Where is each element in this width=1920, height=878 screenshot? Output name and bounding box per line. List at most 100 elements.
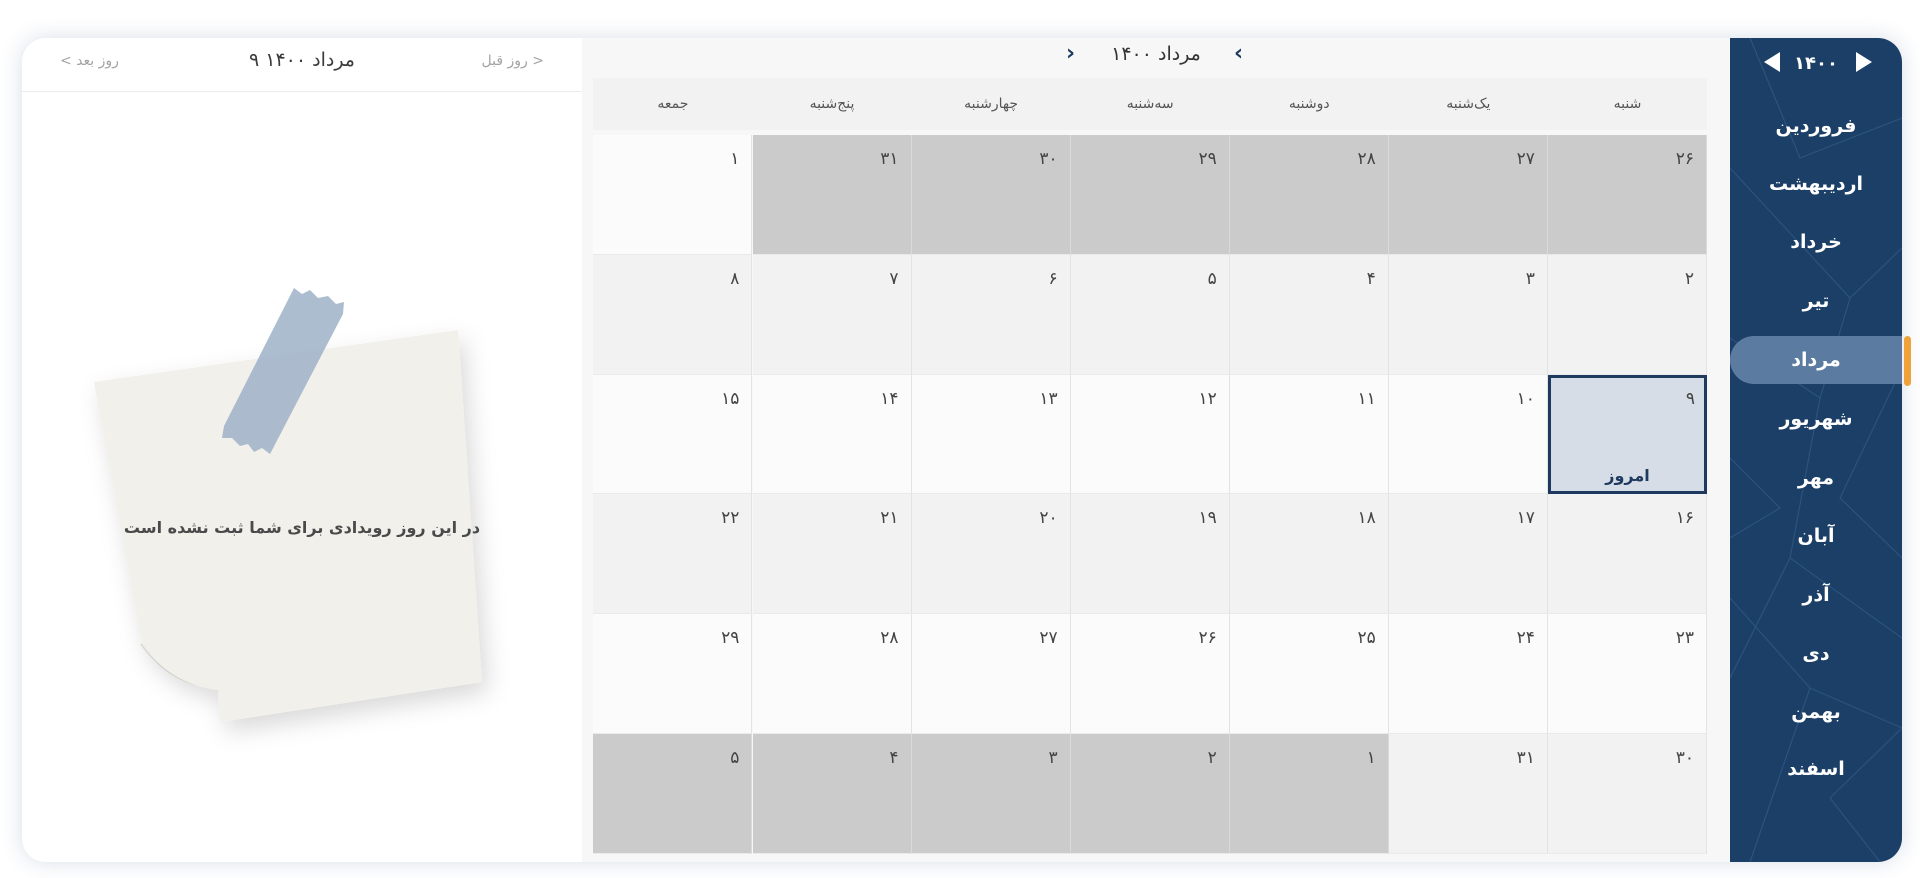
day-number: ۲۴ — [1516, 628, 1535, 649]
day-cell[interactable]: ۷ — [752, 254, 912, 375]
day-header: < روز بعد ۹ مرداد ۱۴۰۰ روز قبل > — [22, 38, 582, 92]
day-number: ۲۱ — [880, 508, 899, 529]
day-number: ۷ — [889, 268, 899, 289]
today-label: امروز — [1605, 466, 1650, 486]
day-number: ۲۶ — [1675, 149, 1694, 169]
month-item[interactable]: شهریور — [1730, 395, 1902, 443]
day-number: ۱۷ — [1516, 508, 1535, 529]
day-cell[interactable]: ۳ — [1388, 254, 1548, 375]
previous-day-button[interactable]: روز قبل > — [482, 53, 544, 69]
day-number: ۱ — [1366, 748, 1376, 768]
calendar-app: < روز بعد ۹ مرداد ۱۴۰۰ روز قبل > در این … — [22, 38, 1902, 862]
day-cell[interactable]: ۲۷ — [1388, 135, 1548, 255]
day-cell[interactable]: ۲۱ — [752, 494, 912, 615]
day-cell[interactable]: ۴ — [1229, 254, 1389, 375]
day-number: ۲۷ — [1516, 149, 1535, 169]
day-number: ۶ — [1048, 268, 1058, 289]
day-number: ۳ — [1525, 268, 1535, 289]
day-cell[interactable]: ۵ — [1070, 254, 1230, 375]
day-cell[interactable]: ۱۳ — [911, 374, 1071, 495]
day-number: ۴ — [889, 748, 899, 768]
active-month-indicator — [1904, 336, 1911, 386]
month-calendar: › مرداد ۱۴۰۰ ‹ شنبه یک‌شنبه دوشنبه سه‌شن… — [582, 38, 1730, 862]
day-cell[interactable]: ۲۸ — [1229, 135, 1389, 255]
day-number: ۲۵ — [1357, 628, 1376, 649]
day-number: ۱۱ — [1357, 388, 1376, 409]
day-cell[interactable]: ۲ — [1548, 254, 1707, 375]
month-item[interactable]: آذر — [1730, 571, 1902, 619]
day-cell[interactable]: ۱۸ — [1229, 494, 1389, 615]
weekday-header-row: شنبه یک‌شنبه دوشنبه سه‌شنبه چهارشنبه پنج… — [593, 78, 1707, 130]
day-number: ۵ — [730, 748, 740, 768]
day-number: ۲۸ — [880, 628, 899, 649]
triangle-right-icon[interactable] — [1854, 50, 1874, 74]
day-cell[interactable]: ۳ — [911, 734, 1071, 854]
year-selector: ۱۴۰۰ — [1730, 38, 1902, 88]
day-cell[interactable]: ۲۵ — [1229, 614, 1389, 734]
day-number: ۲۲ — [721, 508, 740, 529]
month-item[interactable]: آبان — [1730, 512, 1902, 560]
day-cell[interactable]: ۲۲ — [593, 494, 753, 615]
day-cell[interactable]: ۳۱ — [752, 135, 912, 255]
weekday-label: شنبه — [1613, 96, 1642, 112]
month-item[interactable]: دی — [1730, 630, 1902, 678]
month-item[interactable]: تیر — [1730, 277, 1902, 325]
day-cell[interactable]: ۱۰ — [1388, 374, 1548, 495]
weekday-label: یک‌شنبه — [1446, 96, 1491, 112]
day-number: ۸ — [730, 268, 740, 289]
day-number: ۱۸ — [1357, 508, 1376, 529]
day-cell[interactable]: ۳۰ — [911, 135, 1071, 255]
no-events-message: در این روز رویدادی برای شما ثبت نشده است — [123, 518, 481, 537]
day-cell[interactable]: ۱۴ — [752, 374, 912, 495]
weekday-label: سه‌شنبه — [1126, 96, 1174, 112]
day-cell[interactable]: ۶ — [911, 254, 1071, 375]
chevron-left-icon[interactable]: ‹ — [1234, 41, 1243, 66]
day-cell[interactable]: ۲۴ — [1388, 614, 1548, 734]
day-number: ۱۲ — [1198, 388, 1217, 409]
day-cell[interactable]: ۲۹ — [1070, 135, 1230, 255]
day-number: ۲ — [1684, 268, 1694, 289]
month-item[interactable]: فروردین — [1730, 102, 1902, 150]
day-cell[interactable]: ۲۹ — [593, 614, 753, 734]
day-cell[interactable]: ۳۱ — [1388, 734, 1548, 854]
day-grid: ۲۶ ۲۷ ۲۸ ۲۹ ۳۰ ۳۱ ۱ ۲ ۳ ۴ ۵ ۶ ۷ ۸ ۹ امروز ۱۰ ۱۱ ۱۲ ۱۳ ۱۴ ۱۵ ۱۶… — [593, 135, 1707, 854]
day-cell[interactable]: ۱۷ — [1388, 494, 1548, 615]
day-cell[interactable]: ۲۳ — [1548, 614, 1707, 734]
day-number: ۹ — [1685, 388, 1695, 409]
day-number: ۳۱ — [880, 149, 899, 169]
day-cell[interactable]: ۲۰ — [911, 494, 1071, 615]
month-item[interactable]: خرداد — [1730, 218, 1902, 266]
day-number: ۴ — [1366, 268, 1376, 289]
day-number: ۲ — [1207, 748, 1217, 768]
day-cell[interactable]: ۱۵ — [593, 374, 753, 495]
day-cell[interactable]: ۱۱ — [1229, 374, 1389, 495]
month-item[interactable]: اسفند — [1730, 745, 1902, 793]
day-number: ۱۰ — [1516, 388, 1535, 409]
day-cell[interactable]: ۱۶ — [1548, 494, 1707, 615]
day-cell[interactable]: ۸ — [593, 254, 753, 375]
day-cell[interactable]: ۲۷ — [911, 614, 1071, 734]
day-cell-today[interactable]: ۹ امروز — [1548, 374, 1707, 495]
day-number: ۲۷ — [1039, 628, 1058, 649]
day-cell[interactable]: ۱۲ — [1070, 374, 1230, 495]
day-cell[interactable]: ۱ — [1229, 734, 1389, 854]
day-number: ۲۹ — [721, 628, 740, 649]
day-number: ۵ — [1207, 268, 1217, 289]
month-item[interactable]: اردیبهشت — [1730, 160, 1902, 208]
month-item[interactable]: بهمن — [1730, 688, 1902, 736]
day-cell[interactable]: ۱ — [593, 135, 753, 255]
month-item[interactable]: مهر — [1730, 454, 1902, 502]
day-cell[interactable]: ۲ — [1070, 734, 1230, 854]
day-number: ۲۸ — [1357, 149, 1376, 169]
month-sidebar: ۱۴۰۰ فروردین اردیبهشت خرداد تیر مرداد شه… — [1730, 38, 1902, 862]
day-cell[interactable]: ۲۶ — [1070, 614, 1230, 734]
day-cell[interactable]: ۳۰ — [1548, 734, 1707, 854]
day-cell[interactable]: ۴ — [752, 734, 912, 854]
day-cell[interactable]: ۲۶ — [1548, 135, 1707, 255]
day-cell[interactable]: ۵ — [593, 734, 753, 854]
month-item-active[interactable]: مرداد — [1730, 336, 1902, 384]
empty-state: در این روز رویدادی برای شما ثبت نشده است — [22, 92, 582, 862]
day-cell[interactable]: ۲۸ — [752, 614, 912, 734]
day-number: ۱۹ — [1198, 508, 1217, 529]
day-cell[interactable]: ۱۹ — [1070, 494, 1230, 615]
